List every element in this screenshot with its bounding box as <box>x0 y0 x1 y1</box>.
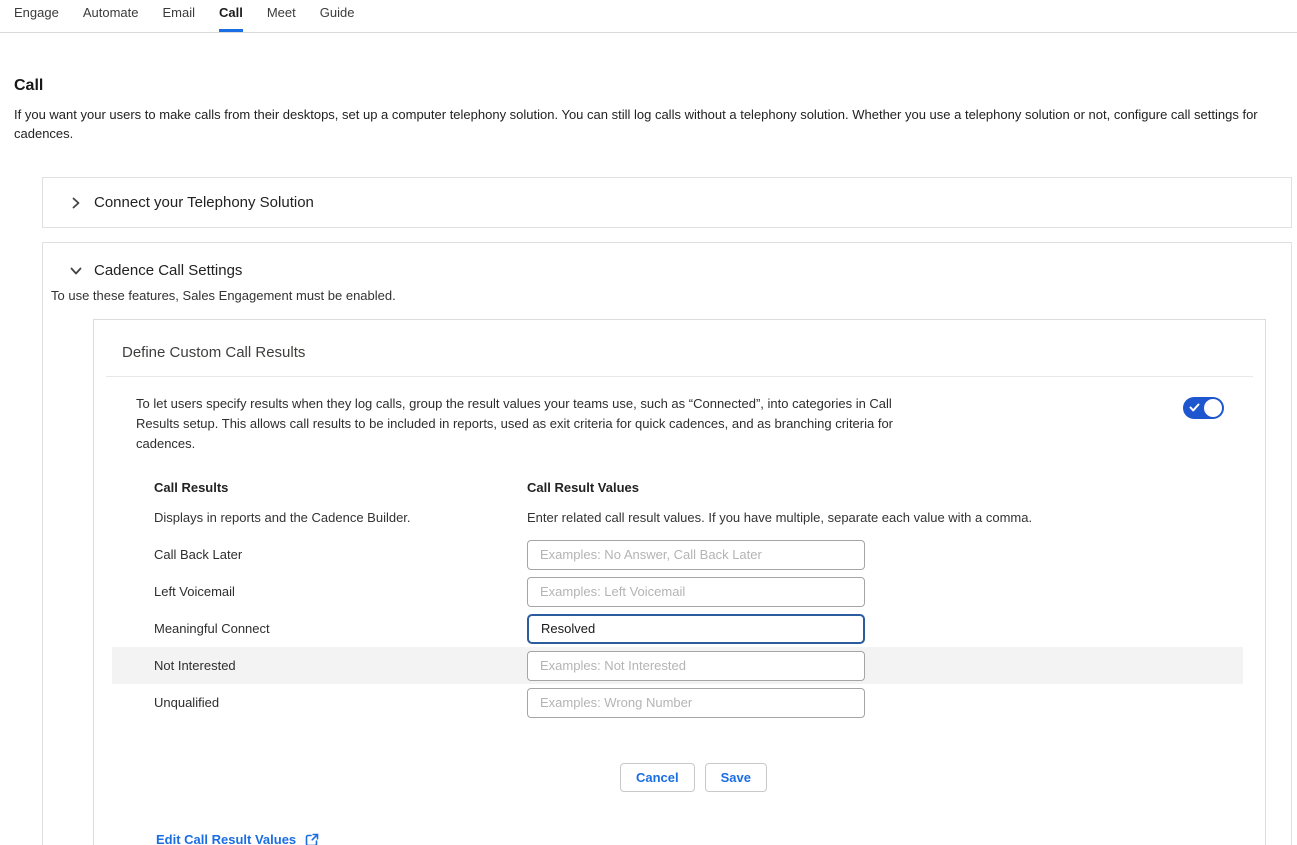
col-call-results-subheader: Displays in reports and the Cadence Buil… <box>154 510 527 525</box>
call-result-values-input[interactable] <box>527 688 865 718</box>
call-result-values-input[interactable] <box>527 577 865 607</box>
call-result-label: Call Back Later <box>154 547 527 562</box>
table-header-row: Call Results Call Result Values <box>112 480 1243 510</box>
cancel-button[interactable]: Cancel <box>620 763 695 792</box>
table-row-highlighted: Not Interested <box>112 647 1243 684</box>
top-tab-bar: Engage Automate Email Call Meet Guide <box>0 0 1297 33</box>
edit-call-result-values-link[interactable]: Edit Call Result Values <box>156 832 296 845</box>
tab-engage[interactable]: Engage <box>14 0 59 32</box>
table-row: Call Back Later <box>112 536 1243 573</box>
cadence-panel-header[interactable]: Cadence Call Settings <box>43 243 1291 279</box>
edit-link-row: Edit Call Result Values <box>156 832 1265 845</box>
chevron-right-icon <box>69 196 83 210</box>
col-call-result-values-subheader: Enter related call result values. If you… <box>527 510 1243 525</box>
table-subheader-row: Displays in reports and the Cadence Buil… <box>112 510 1243 536</box>
tab-guide[interactable]: Guide <box>320 0 355 32</box>
check-icon <box>1189 402 1200 413</box>
external-link-icon[interactable] <box>305 833 319 845</box>
page-description: If you want your users to make calls fro… <box>14 105 1286 143</box>
button-row: Cancel Save <box>108 763 1279 792</box>
custom-call-results-card: Define Custom Call Results To let users … <box>93 319 1266 845</box>
call-result-label: Unqualified <box>154 695 527 710</box>
telephony-panel[interactable]: Connect your Telephony Solution <box>42 177 1292 228</box>
telephony-panel-title[interactable]: Connect your Telephony Solution <box>94 194 314 211</box>
tab-meet[interactable]: Meet <box>267 0 296 32</box>
call-result-values-input-focused[interactable] <box>527 614 865 644</box>
call-result-label: Left Voicemail <box>154 584 527 599</box>
card-description: To let users specify results when they l… <box>136 394 914 454</box>
tab-automate[interactable]: Automate <box>83 0 139 32</box>
cadence-panel-title[interactable]: Cadence Call Settings <box>94 262 242 279</box>
table-row: Left Voicemail <box>112 573 1243 610</box>
tab-call[interactable]: Call <box>219 0 243 32</box>
call-result-values-input[interactable] <box>527 540 865 570</box>
table-row: Meaningful Connect <box>112 610 1243 647</box>
page-content: Call If you want your users to make call… <box>0 77 1297 845</box>
cadence-panel-subtitle: To use these features, Sales Engagement … <box>51 288 1291 303</box>
call-result-values-input[interactable] <box>527 651 865 681</box>
card-intro-row: To let users specify results when they l… <box>94 377 1265 454</box>
custom-call-results-toggle[interactable] <box>1183 397 1224 419</box>
card-title: Define Custom Call Results <box>94 320 1265 361</box>
call-results-table: Call Results Call Result Values Displays… <box>112 480 1243 721</box>
col-call-result-values-header: Call Result Values <box>527 480 1243 495</box>
tab-email[interactable]: Email <box>162 0 195 32</box>
toggle-knob <box>1204 399 1222 417</box>
table-row: Unqualified <box>112 684 1243 721</box>
chevron-down-icon <box>69 264 83 278</box>
call-result-label: Not Interested <box>154 658 527 673</box>
cadence-panel: Cadence Call Settings To use these featu… <box>42 242 1292 845</box>
col-call-results-header: Call Results <box>154 480 527 495</box>
page-title: Call <box>14 77 1292 95</box>
call-result-label: Meaningful Connect <box>154 621 527 636</box>
save-button[interactable]: Save <box>705 763 767 792</box>
